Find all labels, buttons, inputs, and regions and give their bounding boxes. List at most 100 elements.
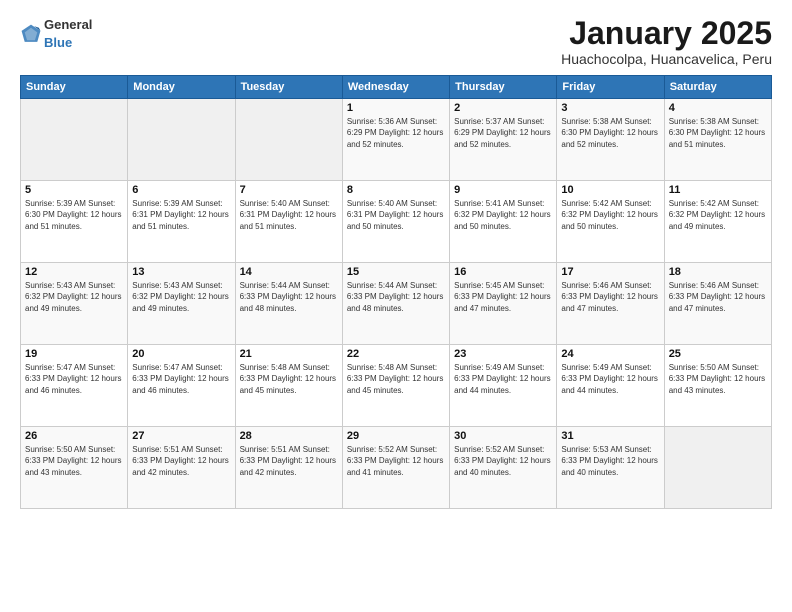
day-number: 3: [561, 102, 659, 114]
day-cell: 18 Sunrise: 5:46 AM Sunset: 6:33 PM Dayli…: [664, 263, 771, 345]
day-info: Sunrise: 5:44 AM Sunset: 6:33 PM Dayligh…: [240, 280, 338, 314]
day-number: 9: [454, 184, 552, 196]
day-number: 18: [669, 266, 767, 278]
day-cell: 4Sunrise: 5:38 AM Sunset: 6:30 PM Daylig…: [664, 99, 771, 181]
day-info: Sunrise: 5:50 AM Sunset: 6:33 PM Dayligh…: [25, 444, 123, 478]
day-cell: 3 Sunrise: 5:38 AM Sunset: 6:30 PM Daylig…: [557, 99, 664, 181]
day-number: 26: [25, 430, 123, 442]
week-row-1: 1Sunrise: 5:36 AM Sunset: 6:29 PM Daylig…: [21, 99, 772, 181]
day-cell: 28 Sunrise: 5:51 AM Sunset: 6:33 PM Dayli…: [235, 427, 342, 509]
day-number: 4: [669, 102, 767, 114]
day-cell: 19 Sunrise: 5:47 AM Sunset: 6:33 PM Dayli…: [21, 345, 128, 427]
day-cell: 17 Sunrise: 5:46 AM Sunset: 6:33 PM Dayli…: [557, 263, 664, 345]
day-number: 25: [669, 348, 767, 360]
day-info: Sunrise: 5:38 AM Sunset: 6:30 PM Dayligh…: [561, 116, 659, 150]
day-cell: 23 Sunrise: 5:49 AM Sunset: 6:33 PM Dayli…: [450, 345, 557, 427]
day-cell: 6 Sunrise: 5:39 AM Sunset: 6:31 PM Daylig…: [128, 181, 235, 263]
day-cell: 29Sunrise: 5:52 AM Sunset: 6:33 PM Dayli…: [342, 427, 449, 509]
day-cell: 11Sunrise: 5:42 AM Sunset: 6:32 PM Dayli…: [664, 181, 771, 263]
day-number: 24: [561, 348, 659, 360]
day-number: 29: [347, 430, 445, 442]
day-info: Sunrise: 5:50 AM Sunset: 6:33 PM Dayligh…: [669, 362, 767, 396]
day-number: 15: [347, 266, 445, 278]
logo: General Blue: [20, 16, 92, 52]
day-info: Sunrise: 5:41 AM Sunset: 6:32 PM Dayligh…: [454, 198, 552, 232]
day-cell: 13 Sunrise: 5:43 AM Sunset: 6:32 PM Dayli…: [128, 263, 235, 345]
logo-icon: [20, 23, 42, 45]
day-info: Sunrise: 5:46 AM Sunset: 6:33 PM Dayligh…: [561, 280, 659, 314]
day-number: 12: [25, 266, 123, 278]
day-cell: [21, 99, 128, 181]
day-number: 7: [240, 184, 338, 196]
day-number: 14: [240, 266, 338, 278]
page: General Blue January 2025 Huachocolpa, H…: [0, 0, 792, 612]
day-number: 27: [132, 430, 230, 442]
day-header-tuesday: Tuesday: [235, 76, 342, 99]
day-number: 2: [454, 102, 552, 114]
day-info: Sunrise: 5:46 AM Sunset: 6:33 PM Dayligh…: [669, 280, 767, 314]
header-row: SundayMondayTuesdayWednesdayThursdayFrid…: [21, 76, 772, 99]
day-info: Sunrise: 5:51 AM Sunset: 6:33 PM Dayligh…: [132, 444, 230, 478]
day-number: 21: [240, 348, 338, 360]
day-cell: 2Sunrise: 5:37 AM Sunset: 6:29 PM Daylig…: [450, 99, 557, 181]
day-number: 16: [454, 266, 552, 278]
day-header-monday: Monday: [128, 76, 235, 99]
day-info: Sunrise: 5:49 AM Sunset: 6:33 PM Dayligh…: [454, 362, 552, 396]
day-cell: 30 Sunrise: 5:52 AM Sunset: 6:33 PM Dayli…: [450, 427, 557, 509]
day-number: 30: [454, 430, 552, 442]
day-number: 28: [240, 430, 338, 442]
day-info: Sunrise: 5:52 AM Sunset: 6:33 PM Dayligh…: [454, 444, 552, 478]
day-info: Sunrise: 5:42 AM Sunset: 6:32 PM Dayligh…: [669, 198, 767, 232]
day-cell: 16Sunrise: 5:45 AM Sunset: 6:33 PM Dayli…: [450, 263, 557, 345]
day-cell: 5Sunrise: 5:39 AM Sunset: 6:30 PM Daylig…: [21, 181, 128, 263]
day-cell: 14 Sunrise: 5:44 AM Sunset: 6:33 PM Dayli…: [235, 263, 342, 345]
day-info: Sunrise: 5:48 AM Sunset: 6:33 PM Dayligh…: [240, 362, 338, 396]
day-info: Sunrise: 5:53 AM Sunset: 6:33 PM Dayligh…: [561, 444, 659, 478]
week-row-5: 26 Sunrise: 5:50 AM Sunset: 6:33 PM Dayli…: [21, 427, 772, 509]
day-info: Sunrise: 5:40 AM Sunset: 6:31 PM Dayligh…: [240, 198, 338, 232]
day-cell: [664, 427, 771, 509]
day-cell: 9 Sunrise: 5:41 AM Sunset: 6:32 PM Daylig…: [450, 181, 557, 263]
day-number: 6: [132, 184, 230, 196]
day-cell: 7 Sunrise: 5:40 AM Sunset: 6:31 PM Daylig…: [235, 181, 342, 263]
day-number: 17: [561, 266, 659, 278]
day-cell: 26 Sunrise: 5:50 AM Sunset: 6:33 PM Dayli…: [21, 427, 128, 509]
day-number: 13: [132, 266, 230, 278]
day-info: Sunrise: 5:48 AM Sunset: 6:33 PM Dayligh…: [347, 362, 445, 396]
header: General Blue January 2025 Huachocolpa, H…: [20, 16, 772, 67]
day-cell: 20 Sunrise: 5:47 AM Sunset: 6:33 PM Dayli…: [128, 345, 235, 427]
day-number: 31: [561, 430, 659, 442]
day-number: 5: [25, 184, 123, 196]
week-row-2: 5Sunrise: 5:39 AM Sunset: 6:30 PM Daylig…: [21, 181, 772, 263]
day-cell: 15Sunrise: 5:44 AM Sunset: 6:33 PM Dayli…: [342, 263, 449, 345]
day-number: 23: [454, 348, 552, 360]
day-cell: 24Sunrise: 5:49 AM Sunset: 6:33 PM Dayli…: [557, 345, 664, 427]
day-cell: 8Sunrise: 5:40 AM Sunset: 6:31 PM Daylig…: [342, 181, 449, 263]
day-cell: [235, 99, 342, 181]
day-header-wednesday: Wednesday: [342, 76, 449, 99]
location: Huachocolpa, Huancavelica, Peru: [561, 51, 772, 67]
day-number: 19: [25, 348, 123, 360]
day-info: Sunrise: 5:39 AM Sunset: 6:31 PM Dayligh…: [132, 198, 230, 232]
day-info: Sunrise: 5:40 AM Sunset: 6:31 PM Dayligh…: [347, 198, 445, 232]
day-cell: 12Sunrise: 5:43 AM Sunset: 6:32 PM Dayli…: [21, 263, 128, 345]
day-cell: 21 Sunrise: 5:48 AM Sunset: 6:33 PM Dayli…: [235, 345, 342, 427]
week-row-3: 12 Sunrise: 5:43 AM Sunset: 6:32 PM Dayli…: [21, 263, 772, 345]
day-info: Sunrise: 5:51 AM Sunset: 6:33 PM Dayligh…: [240, 444, 338, 478]
day-cell: 22 Sunrise: 5:48 AM Sunset: 6:33 PM Dayli…: [342, 345, 449, 427]
day-cell: 10Sunrise: 5:42 AM Sunset: 6:32 PM Dayli…: [557, 181, 664, 263]
day-number: 22: [347, 348, 445, 360]
day-info: Sunrise: 5:47 AM Sunset: 6:33 PM Dayligh…: [25, 362, 123, 396]
day-info: Sunrise: 5:47 AM Sunset: 6:33 PM Dayligh…: [132, 362, 230, 396]
day-cell: [128, 99, 235, 181]
day-number: 10: [561, 184, 659, 196]
day-cell: 1Sunrise: 5:36 AM Sunset: 6:29 PM Daylig…: [342, 99, 449, 181]
logo-general: General: [44, 17, 92, 32]
day-cell: 27 Sunrise: 5:51 AM Sunset: 6:33 PM Dayli…: [128, 427, 235, 509]
day-info: Sunrise: 5:36 AM Sunset: 6:29 PM Dayligh…: [347, 116, 445, 150]
day-number: 20: [132, 348, 230, 360]
calendar-table: SundayMondayTuesdayWednesdayThursdayFrid…: [20, 75, 772, 509]
day-info: Sunrise: 5:43 AM Sunset: 6:32 PM Dayligh…: [132, 280, 230, 314]
day-header-friday: Friday: [557, 76, 664, 99]
day-header-thursday: Thursday: [450, 76, 557, 99]
